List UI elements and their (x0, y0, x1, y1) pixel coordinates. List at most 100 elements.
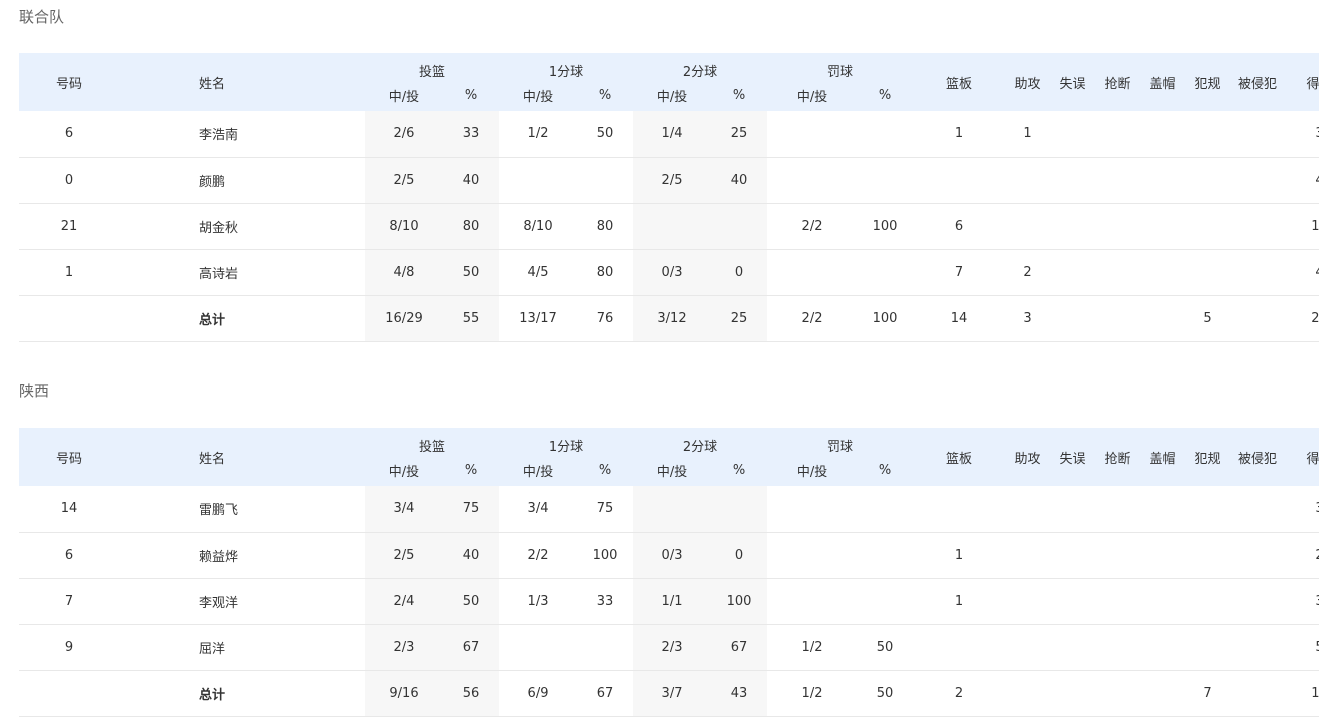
cell-blk (1140, 532, 1186, 579)
cell-blk (1140, 249, 1186, 296)
header-made-attempted: 中/投 (365, 82, 443, 111)
cell-fg: 9/16 (365, 670, 443, 717)
cell-ast (1005, 624, 1051, 671)
cell-stl (1095, 157, 1141, 204)
cell-fd (1230, 295, 1286, 342)
cell-p1-pct: 80 (577, 203, 634, 250)
cell-fg-pct: 80 (443, 203, 500, 250)
player-row: 9屈洋2/3672/3671/2505 (19, 624, 1319, 671)
header-percentage: % (577, 82, 634, 111)
header-percentage: % (443, 82, 500, 111)
cell-fg-pct: 67 (443, 624, 500, 671)
header-name: 姓名 (119, 428, 365, 486)
cell-p2: 3/7 (633, 670, 712, 717)
total-row: 总计9/16566/9673/7431/2502 7 13 (19, 670, 1319, 717)
cell-num: 21 (19, 203, 119, 250)
cell-fg-pct: 55 (443, 295, 500, 342)
cell-blk (1140, 295, 1186, 342)
cell-stl (1095, 670, 1141, 717)
cell-ft-pct (857, 486, 914, 533)
cell-ast (1005, 670, 1051, 717)
cell-num (19, 670, 119, 717)
cell-ft-pct: 100 (857, 203, 914, 250)
cell-fd (1230, 249, 1286, 296)
cell-p2-pct: 67 (711, 624, 768, 671)
cell-p1-pct: 76 (577, 295, 634, 342)
cell-pf (1185, 249, 1231, 296)
cell-tov (1050, 111, 1096, 158)
cell-tov (1050, 157, 1096, 204)
cell-p1: 6/9 (499, 670, 578, 717)
cell-reb (913, 157, 1006, 204)
cell-p1: 4/5 (499, 249, 578, 296)
cell-p2-pct: 100 (711, 578, 768, 625)
cell-fd (1230, 203, 1286, 250)
player-row: 14雷鹏飞3/4753/4753 (19, 486, 1319, 533)
cell-blk (1140, 157, 1186, 204)
cell-p1: 13/17 (499, 295, 578, 342)
cell-p1: 1/2 (499, 111, 578, 158)
cell-pf (1185, 157, 1231, 204)
cell-fg-pct: 40 (443, 157, 500, 204)
cell-pf: 5 (1185, 295, 1231, 342)
team-title: 陕西 (19, 382, 50, 400)
cell-ast (1005, 486, 1051, 533)
cell-pts: 3 (1285, 111, 1319, 158)
cell-fg: 16/29 (365, 295, 443, 342)
header-made-attempted: 中/投 (767, 457, 858, 486)
cell-num: 7 (19, 578, 119, 625)
header-rebounds: 篮板 (913, 428, 1006, 486)
cell-pf: 7 (1185, 670, 1231, 717)
header-points: 得分 (1285, 428, 1319, 486)
cell-ft-pct (857, 249, 914, 296)
cell-pts: 2 (1285, 532, 1319, 579)
header-rebounds: 篮板 (913, 53, 1006, 111)
cell-name: 屈洋 (119, 624, 365, 671)
cell-fg: 4/8 (365, 249, 443, 296)
cell-p1-pct: 100 (577, 532, 634, 579)
cell-num: 9 (19, 624, 119, 671)
cell-p2: 1/4 (633, 111, 712, 158)
header-percentage: % (577, 457, 634, 486)
cell-pts: 3 (1285, 578, 1319, 625)
cell-ft-pct (857, 111, 914, 158)
header-one-point: 1分球 (499, 53, 634, 82)
player-row: 1高诗岩4/8504/5800/30 72 4 (19, 249, 1319, 296)
cell-ft-pct (857, 157, 914, 204)
cell-p1: 3/4 (499, 486, 578, 533)
cell-name: 赖益烨 (119, 532, 365, 579)
cell-fg: 8/10 (365, 203, 443, 250)
cell-ft-pct: 50 (857, 624, 914, 671)
cell-num: 1 (19, 249, 119, 296)
cell-fg: 2/5 (365, 532, 443, 579)
cell-ast: 1 (1005, 111, 1051, 158)
cell-ft (767, 532, 858, 579)
cell-fd (1230, 111, 1286, 158)
cell-p2: 2/5 (633, 157, 712, 204)
cell-p2-pct (711, 486, 768, 533)
cell-ft (767, 157, 858, 204)
cell-ft-pct: 100 (857, 295, 914, 342)
header-field-goals: 投篮 (365, 428, 500, 457)
cell-p1-pct (577, 157, 634, 204)
cell-pf (1185, 578, 1231, 625)
cell-ft: 1/2 (767, 624, 858, 671)
cell-num: 14 (19, 486, 119, 533)
cell-tov (1050, 295, 1096, 342)
header-made-attempted: 中/投 (633, 82, 712, 111)
cell-stl (1095, 532, 1141, 579)
cell-p2 (633, 203, 712, 250)
header-percentage: % (857, 82, 914, 111)
header-made-attempted: 中/投 (767, 82, 858, 111)
cell-stl (1095, 624, 1141, 671)
cell-fd (1230, 157, 1286, 204)
cell-p2: 0/3 (633, 532, 712, 579)
cell-pts: 5 (1285, 624, 1319, 671)
cell-p1-pct: 80 (577, 249, 634, 296)
cell-ft (767, 111, 858, 158)
cell-fg-pct: 50 (443, 578, 500, 625)
cell-reb (913, 624, 1006, 671)
cell-p1-pct: 75 (577, 486, 634, 533)
header-blocks: 盖帽 (1140, 53, 1186, 111)
box-score-table: 号码姓名投篮1分球2分球罚球篮板助攻失误抢断盖帽犯规被侵犯得分中/投%中/投%中… (19, 428, 1319, 717)
